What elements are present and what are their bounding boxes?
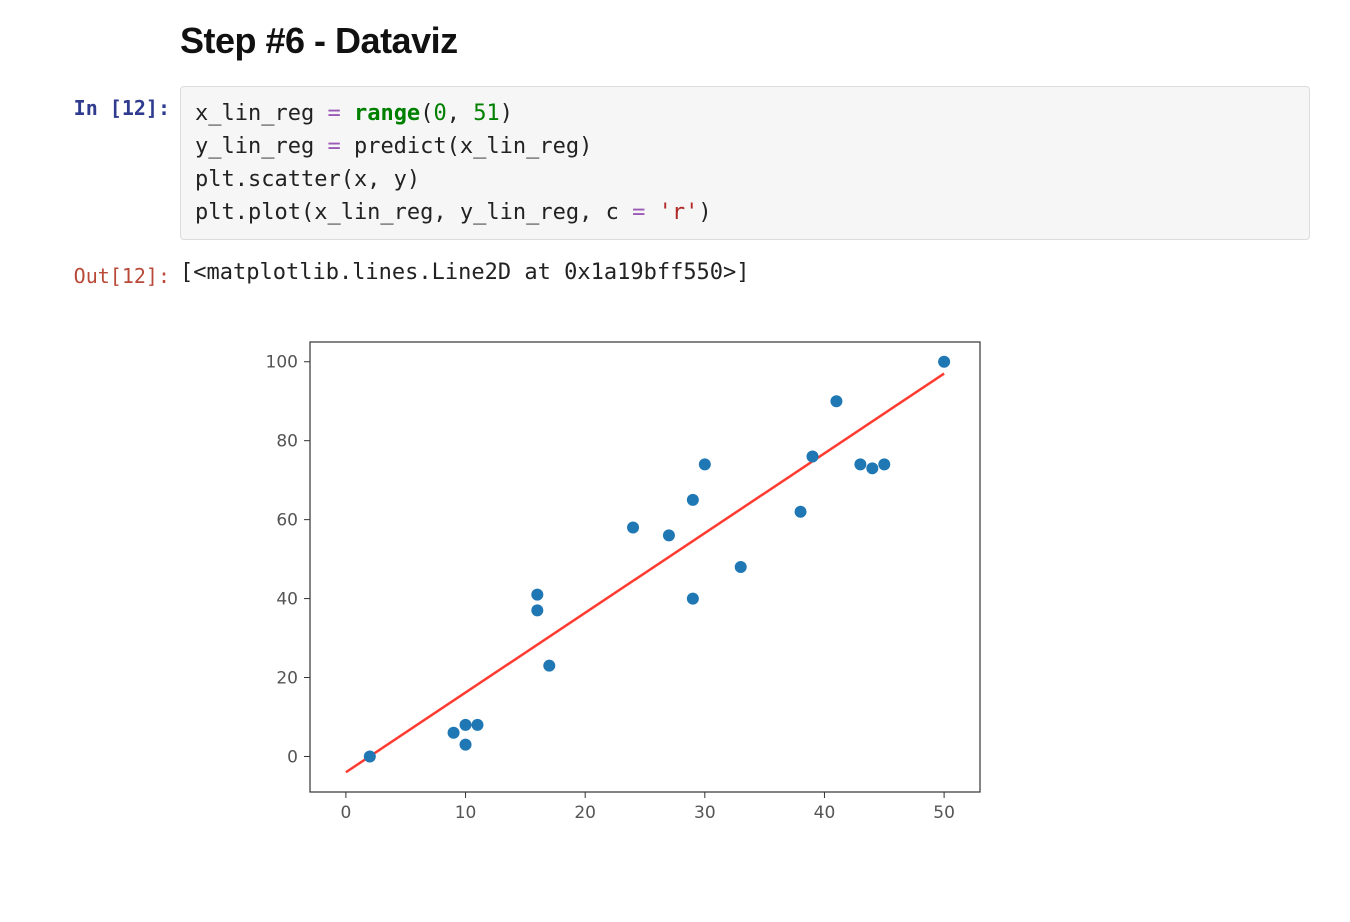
scatter-point [687,494,699,506]
scatter-point [364,750,376,762]
y-tick-label: 80 [276,432,298,452]
x-tick-label: 40 [814,803,836,823]
code-cell[interactable]: x_lin_reg = range(0, 51) y_lin_reg = pre… [180,86,1310,240]
output-cell-row: Out[12]: [<matplotlib.lines.Line2D at 0x… [40,254,1310,288]
scatter-point [854,458,866,470]
scatter-point [531,604,543,616]
scatter-chart: 0 10 20 30 40 50 0 20 40 60 80 100 [240,322,1000,842]
y-tick-label: 40 [276,590,298,610]
scatter-point [938,356,950,368]
output-repr: [<matplotlib.lines.Line2D at 0x1a19bff55… [180,254,1310,285]
x-tick-label: 0 [340,803,351,823]
chart-output-row: 0 10 20 30 40 50 0 20 40 60 80 100 [40,302,1310,842]
x-tick-label: 20 [574,803,596,823]
x-tick-label: 10 [455,803,477,823]
regression-line [346,374,944,773]
in-prompt: In [12]: [40,86,180,120]
scatter-point [807,450,819,462]
scatter-point [460,739,472,751]
scatter-point [866,462,878,474]
x-tick-label: 30 [694,803,716,823]
scatter-point [531,589,543,601]
section-heading: Step #6 - Dataviz [40,20,1310,62]
scatter-point [687,593,699,605]
scatter-point [543,660,555,672]
y-tick-label: 60 [276,511,298,531]
scatter-point [699,458,711,470]
y-tick-label: 100 [266,353,298,373]
scatter-point [448,727,460,739]
input-cell-row: In [12]: x_lin_reg = range(0, 51) y_lin_… [40,86,1310,240]
y-tick-label: 20 [276,669,298,689]
out-prompt: Out[12]: [40,254,180,288]
scatter-point [830,395,842,407]
scatter-point [735,561,747,573]
scatter-point [460,719,472,731]
scatter-point [795,506,807,518]
scatter-point [472,719,484,731]
scatter-point [627,522,639,534]
notebook: Step #6 - Dataviz In [12]: x_lin_reg = r… [40,20,1310,842]
chart-output: 0 10 20 30 40 50 0 20 40 60 80 100 [180,302,1310,842]
scatter-point [878,458,890,470]
scatter-point [663,529,675,541]
x-tick-label: 50 [933,803,955,823]
y-tick-label: 0 [287,747,298,767]
